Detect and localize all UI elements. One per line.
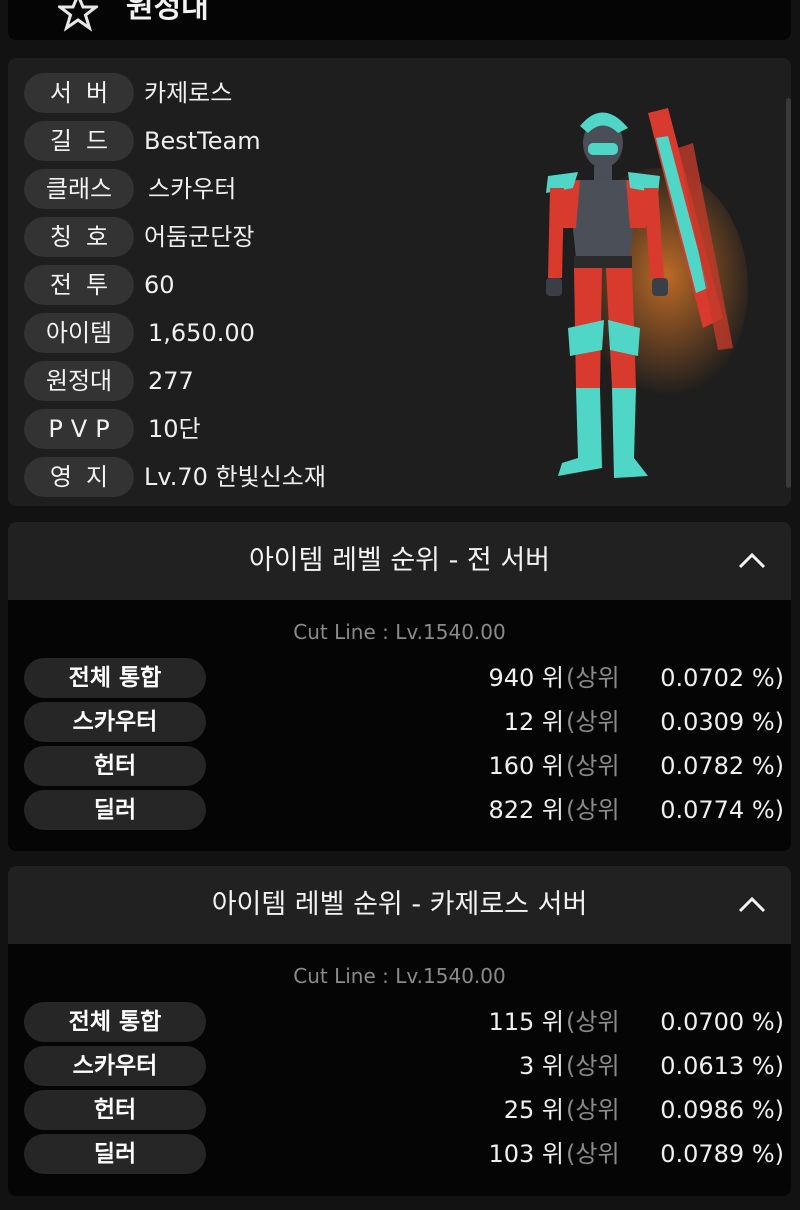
rank-label: 전체 통합 bbox=[24, 658, 206, 698]
rank-label: 전체 통합 bbox=[24, 1002, 206, 1042]
rank-value: 160 위 bbox=[488, 752, 564, 780]
rank-value: 822 위 bbox=[488, 796, 564, 824]
rank-row: 전체 통합 940 위 (상위 0.0702 %) bbox=[24, 658, 784, 698]
rank-label: 스카우터 bbox=[24, 702, 206, 742]
rank-title: 아이템 레벨 순위 - 전 서버 bbox=[248, 545, 551, 576]
rank-row: 스카우터 3 위 (상위 0.0613 %) bbox=[24, 1046, 784, 1086]
rank-percent: 0.0309 %) bbox=[660, 708, 784, 736]
info-label: 칭호 bbox=[24, 217, 134, 257]
info-value: 스카우터 bbox=[148, 175, 237, 203]
character-image bbox=[546, 108, 748, 478]
cutline-text: Cut Line : Lv.1540.00 bbox=[293, 964, 506, 988]
info-value: 1,650.00 bbox=[148, 319, 255, 347]
info-value: 60 bbox=[144, 271, 175, 299]
info-label: 길드 bbox=[24, 121, 134, 161]
rank-row: 딜러 822 위 (상위 0.0774 %) bbox=[24, 790, 784, 830]
info-label: 원정대 bbox=[24, 361, 134, 401]
rank-top-label: (상위 bbox=[566, 1008, 620, 1036]
rank-label: 딜러 bbox=[24, 790, 206, 830]
rank-card-server: 아이템 레벨 순위 - 카제로스 서버 Cut Line : Lv.1540.0… bbox=[8, 866, 791, 1196]
rank-value: 25 위 bbox=[503, 1096, 564, 1124]
rank-percent: 0.0702 %) bbox=[660, 664, 784, 692]
rank-percent: 0.0613 %) bbox=[660, 1052, 784, 1080]
rank-top-label: (상위 bbox=[566, 1140, 620, 1168]
cutline-text: Cut Line : Lv.1540.00 bbox=[293, 620, 506, 644]
rank-label: 헌터 bbox=[24, 746, 206, 786]
rank-header[interactable]: 아이템 레벨 순위 - 전 서버 bbox=[8, 522, 791, 600]
rank-label: 딜러 bbox=[24, 1134, 206, 1174]
info-value: 10단 bbox=[148, 415, 201, 443]
info-label: 영지 bbox=[24, 457, 134, 497]
rank-top-label: (상위 bbox=[566, 752, 620, 780]
rank-row: 헌터 160 위 (상위 0.0782 %) bbox=[24, 746, 784, 786]
rank-value: 3 위 bbox=[519, 1052, 564, 1080]
rank-percent: 0.0700 %) bbox=[660, 1008, 784, 1036]
rank-row: 스카우터 12 위 (상위 0.0309 %) bbox=[24, 702, 784, 742]
scrollbar[interactable] bbox=[786, 98, 791, 488]
rank-value: 940 위 bbox=[488, 664, 564, 692]
character-profile: 서버 카제로스 길드 BestTeam 클래스 스카우터 칭호 어둠군단장 전투… bbox=[8, 58, 791, 506]
rank-value: 103 위 bbox=[488, 1140, 564, 1168]
rank-percent: 0.0782 %) bbox=[660, 752, 784, 780]
chevron-up-icon[interactable] bbox=[737, 894, 767, 914]
rank-label: 스카우터 bbox=[24, 1046, 206, 1086]
page-title: 원정대 bbox=[126, 0, 209, 25]
rank-top-label: (상위 bbox=[566, 664, 620, 692]
rank-top-label: (상위 bbox=[566, 708, 620, 736]
info-label: 전투 bbox=[24, 265, 134, 305]
info-label: 아이템 bbox=[24, 313, 134, 353]
info-value: 카제로스 bbox=[144, 79, 233, 107]
rank-top-label: (상위 bbox=[566, 1096, 620, 1124]
info-value: BestTeam bbox=[144, 127, 261, 155]
rank-top-label: (상위 bbox=[566, 796, 620, 824]
rank-top-label: (상위 bbox=[566, 1052, 620, 1080]
rank-header[interactable]: 아이템 레벨 순위 - 카제로스 서버 bbox=[8, 866, 791, 944]
info-label: PVP bbox=[24, 409, 134, 449]
rank-title: 아이템 레벨 순위 - 카제로스 서버 bbox=[211, 889, 588, 920]
rank-percent: 0.0774 %) bbox=[660, 796, 784, 824]
info-label: 클래스 bbox=[24, 169, 134, 209]
expedition-header: 원정대 bbox=[8, 0, 791, 40]
rank-row: 헌터 25 위 (상위 0.0986 %) bbox=[24, 1090, 784, 1130]
rank-value: 12 위 bbox=[503, 708, 564, 736]
rank-percent: 0.0986 %) bbox=[660, 1096, 784, 1124]
rank-row: 딜러 103 위 (상위 0.0789 %) bbox=[24, 1134, 784, 1174]
rank-row: 전체 통합 115 위 (상위 0.0700 %) bbox=[24, 1002, 784, 1042]
info-value: 어둠군단장 bbox=[144, 223, 255, 251]
rank-card-all-servers: 아이템 레벨 순위 - 전 서버 Cut Line : Lv.1540.00 전… bbox=[8, 522, 791, 851]
info-value: 277 bbox=[148, 367, 194, 395]
chevron-up-icon[interactable] bbox=[737, 550, 767, 570]
info-value: Lv.70 한빛신소재 bbox=[144, 463, 326, 491]
rank-value: 115 위 bbox=[488, 1008, 564, 1036]
rank-percent: 0.0789 %) bbox=[660, 1140, 784, 1168]
star-icon[interactable] bbox=[58, 0, 98, 32]
info-label: 서버 bbox=[24, 73, 134, 113]
rank-label: 헌터 bbox=[24, 1090, 206, 1130]
